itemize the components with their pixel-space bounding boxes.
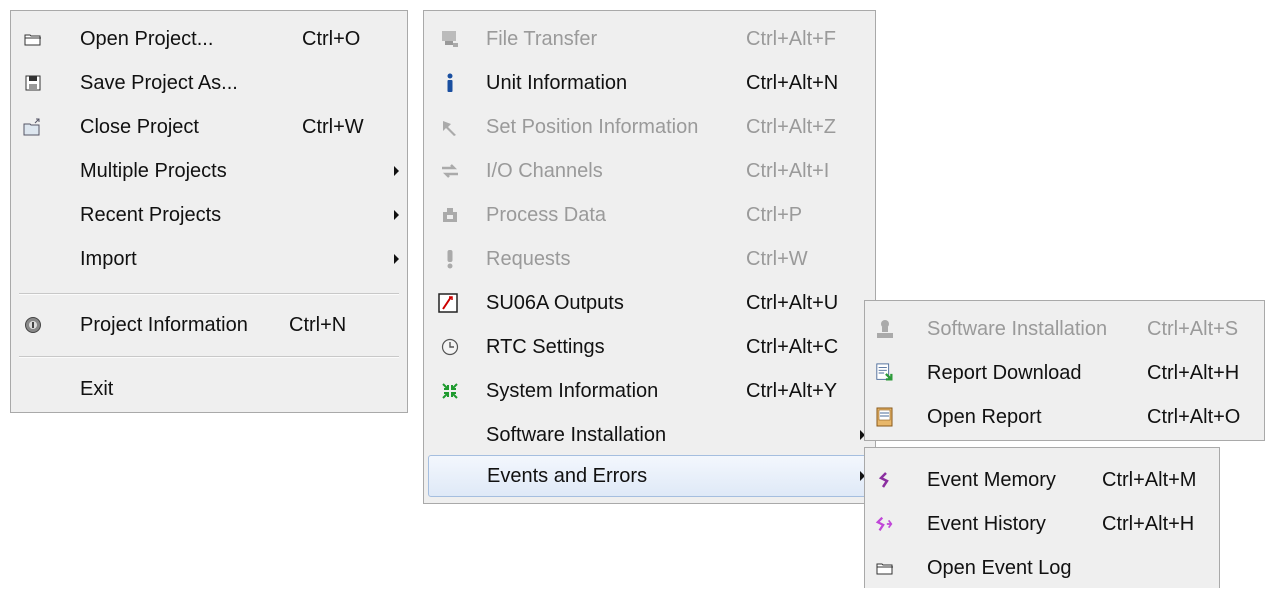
project-menu: Open Project... Ctrl+O Save Project As..… bbox=[10, 10, 408, 413]
install-icon bbox=[875, 319, 895, 339]
system-info-icon bbox=[440, 381, 460, 401]
event-history-icon bbox=[875, 514, 895, 534]
menu-item-recent-projects[interactable]: Recent Projects bbox=[11, 193, 407, 237]
arrows-icon bbox=[440, 161, 460, 181]
menu-item-su06a-outputs[interactable]: SU06A Outputs Ctrl+Alt+U bbox=[424, 281, 875, 325]
event-memory-icon bbox=[875, 470, 895, 490]
gauge-icon bbox=[438, 293, 458, 313]
folder-open-icon bbox=[875, 558, 895, 578]
unit-menu: File Transfer Ctrl+Alt+F Unit Informatio… bbox=[423, 10, 876, 504]
menu-item-software-installation-action[interactable]: Software Installation Ctrl+Alt+S bbox=[865, 307, 1264, 351]
report-download-icon bbox=[875, 363, 895, 383]
events-and-errors-submenu: Event Memory Ctrl+Alt+M Event History Ct… bbox=[864, 447, 1220, 588]
menu-item-report-download[interactable]: Report Download Ctrl+Alt+H bbox=[865, 351, 1264, 395]
menu-item-event-history[interactable]: Event History Ctrl+Alt+H bbox=[865, 502, 1219, 546]
menu-item-import[interactable]: Import bbox=[11, 237, 407, 281]
folder-open-icon bbox=[23, 29, 43, 49]
menu-item-event-memory[interactable]: Event Memory Ctrl+Alt+M bbox=[865, 458, 1219, 502]
menu-item-set-position-information[interactable]: Set Position Information Ctrl+Alt+Z bbox=[424, 105, 875, 149]
menu-item-unit-information[interactable]: Unit Information Ctrl+Alt+N bbox=[424, 61, 875, 105]
menu-item-multiple-projects[interactable]: Multiple Projects bbox=[11, 149, 407, 193]
menu-item-io-channels[interactable]: I/O Channels Ctrl+Alt+I bbox=[424, 149, 875, 193]
menu-item-system-information[interactable]: System Information Ctrl+Alt+Y bbox=[424, 369, 875, 413]
menu-item-open-project[interactable]: Open Project... Ctrl+O bbox=[11, 17, 407, 61]
menu-item-project-information[interactable]: Project Information Ctrl+N bbox=[11, 303, 407, 347]
open-report-icon bbox=[875, 407, 895, 427]
submenu-arrow-icon bbox=[394, 166, 399, 176]
submenu-arrow-icon bbox=[394, 210, 399, 220]
pin-icon bbox=[440, 117, 460, 137]
save-icon bbox=[23, 73, 43, 93]
file-transfer-icon bbox=[440, 29, 460, 49]
menu-separator bbox=[19, 293, 399, 295]
project-info-icon bbox=[23, 315, 43, 335]
process-data-icon bbox=[440, 205, 460, 225]
menu-item-rtc-settings[interactable]: RTC Settings Ctrl+Alt+C bbox=[424, 325, 875, 369]
submenu-arrow-icon bbox=[394, 254, 399, 264]
info-icon bbox=[440, 73, 460, 93]
menu-item-events-and-errors[interactable]: Events and Errors bbox=[428, 455, 871, 497]
clock-icon bbox=[440, 337, 460, 357]
menu-item-exit[interactable]: Exit bbox=[11, 367, 407, 411]
menu-item-save-project-as[interactable]: Save Project As... bbox=[11, 61, 407, 105]
menu-separator bbox=[19, 356, 399, 358]
exclamation-icon bbox=[440, 249, 460, 269]
menu-item-software-installation[interactable]: Software Installation bbox=[424, 413, 875, 457]
menu-item-file-transfer[interactable]: File Transfer Ctrl+Alt+F bbox=[424, 17, 875, 61]
menu-item-open-event-log[interactable]: Open Event Log bbox=[865, 546, 1219, 590]
menu-item-requests[interactable]: Requests Ctrl+W bbox=[424, 237, 875, 281]
close-project-icon bbox=[23, 117, 43, 137]
menu-item-process-data[interactable]: Process Data Ctrl+P bbox=[424, 193, 875, 237]
menu-item-close-project[interactable]: Close Project Ctrl+W bbox=[11, 105, 407, 149]
software-installation-submenu: Software Installation Ctrl+Alt+S Report … bbox=[864, 300, 1265, 441]
menu-item-open-report[interactable]: Open Report Ctrl+Alt+O bbox=[865, 395, 1264, 439]
